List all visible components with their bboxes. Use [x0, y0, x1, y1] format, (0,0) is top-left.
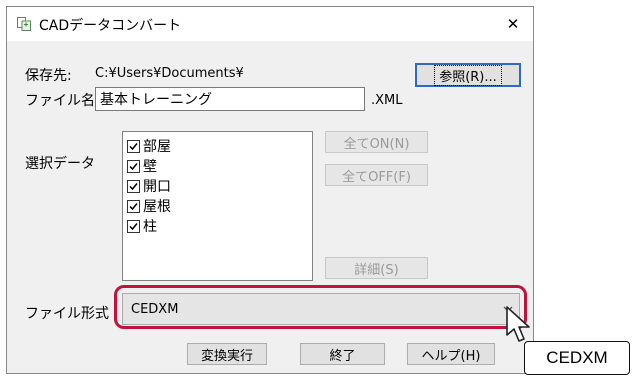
- browse-button[interactable]: 参照(R)...: [415, 63, 521, 87]
- checkbox-item-rooms[interactable]: 部屋: [127, 136, 171, 156]
- checkbox-checked-icon[interactable]: [127, 139, 140, 153]
- help-button-label: ヘルプ(H): [421, 348, 481, 364]
- convert-button[interactable]: 変換実行: [187, 343, 267, 365]
- checkbox-checked-icon[interactable]: [127, 219, 140, 233]
- close-icon: ✕: [506, 15, 520, 33]
- callout-label: CEDXM: [524, 341, 630, 375]
- detail-button-label: 詳細(S): [354, 262, 399, 278]
- title-bar: CADデータコンバート ✕: [7, 7, 533, 41]
- all-off-button-label: 全てOFF(F): [342, 169, 411, 185]
- checkbox-label: 部屋: [143, 139, 171, 155]
- checkbox-label: 開口: [143, 179, 171, 195]
- checkbox-label: 柱: [143, 219, 157, 235]
- exit-button[interactable]: 終了: [300, 343, 385, 365]
- file-format-label: ファイル形式: [25, 306, 109, 322]
- filename-input[interactable]: 基本トレーニング: [95, 87, 365, 111]
- checkbox-checked-icon[interactable]: [127, 159, 140, 173]
- checkbox-item-columns[interactable]: 柱: [127, 216, 157, 236]
- data-selection-list: 部屋 壁 開口 屋根 柱: [122, 131, 313, 281]
- filename-value: 基本トレーニング: [100, 92, 212, 108]
- all-off-button[interactable]: 全てOFF(F): [325, 164, 428, 186]
- close-button[interactable]: ✕: [493, 7, 533, 41]
- format-highlight-outline: [114, 285, 527, 329]
- detail-button[interactable]: 詳細(S): [325, 257, 428, 279]
- window-title: CADデータコンバート: [39, 18, 182, 34]
- checkbox-item-openings[interactable]: 開口: [127, 176, 171, 196]
- exit-button-label: 終了: [329, 348, 356, 364]
- help-button[interactable]: ヘルプ(H): [407, 343, 495, 365]
- all-on-button[interactable]: 全てON(N): [325, 131, 428, 153]
- destination-path: C:¥Users¥Documents¥: [95, 66, 244, 81]
- filename-label: ファイル名:: [25, 93, 100, 109]
- checkbox-item-walls[interactable]: 壁: [127, 156, 157, 176]
- checkbox-checked-icon[interactable]: [127, 179, 140, 193]
- callout-text: CEDXM: [546, 348, 608, 367]
- checkbox-label: 壁: [143, 159, 157, 175]
- file-extension: .XML: [371, 93, 403, 108]
- checkbox-label: 屋根: [143, 199, 171, 215]
- checkbox-checked-icon[interactable]: [127, 199, 140, 213]
- checkbox-item-roof[interactable]: 屋根: [127, 196, 171, 216]
- selection-label: 選択データ: [25, 156, 95, 172]
- app-icon: [17, 17, 31, 31]
- all-on-button-label: 全てON(N): [343, 136, 410, 152]
- destination-label: 保存先:: [25, 68, 72, 84]
- convert-button-label: 変換実行: [200, 348, 253, 364]
- browse-button-label: 参照(R)...: [434, 64, 502, 86]
